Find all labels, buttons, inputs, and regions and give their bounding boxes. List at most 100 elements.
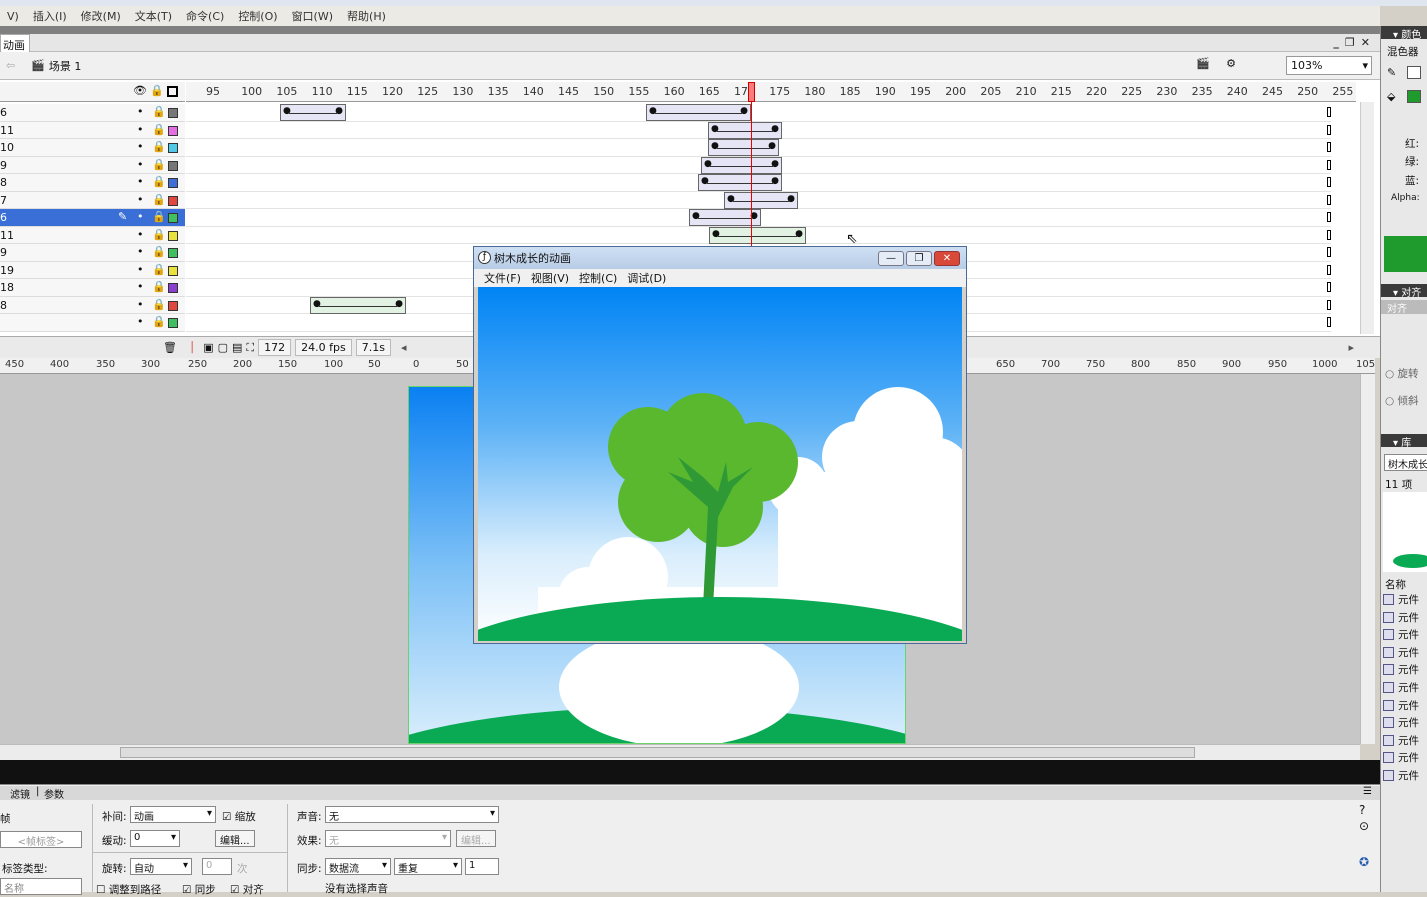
frame-row[interactable]: ● ● — [186, 226, 1331, 244]
library-doc-select[interactable]: 树木成长 — [1384, 454, 1427, 471]
visibility-dot-icon[interactable]: • — [137, 140, 144, 153]
mixer-tab[interactable]: 混色器 — [1387, 44, 1419, 59]
menu-text[interactable]: 文本(T) — [135, 8, 172, 24]
visibility-dot-icon[interactable]: • — [137, 298, 144, 311]
lock-icon[interactable]: 🔒 — [152, 123, 166, 136]
onion-markers-icon[interactable]: ⛶ — [246, 341, 254, 355]
visibility-dot-icon[interactable]: • — [137, 280, 144, 293]
tween-span[interactable]: ● ● — [709, 226, 806, 244]
frame-row[interactable]: ● ● — [186, 156, 1331, 174]
frame-rate[interactable]: 24.0 fps — [295, 339, 352, 356]
stroke-color-icon[interactable]: ✎ — [1387, 66, 1396, 79]
scene-name[interactable]: 场景 1 — [49, 58, 82, 74]
orient-path-checkbox[interactable]: ☐ 调整到路径 — [96, 882, 161, 897]
restore-icon[interactable]: ❐ — [1345, 36, 1355, 49]
timeline-vscroll[interactable] — [1360, 102, 1374, 334]
player-menu-file[interactable]: 文件(F) — [484, 270, 521, 286]
lock-icon[interactable]: 🔒 — [152, 228, 166, 241]
visibility-dot-icon[interactable]: • — [137, 228, 144, 241]
frame-label-input[interactable]: <帧标签> — [0, 831, 82, 848]
player-menu-control[interactable]: 控制(C) — [579, 270, 617, 286]
visibility-dot-icon[interactable]: • — [137, 263, 144, 276]
scale-checkbox[interactable]: ☑ 缩放 — [222, 809, 256, 824]
align-tab[interactable]: 对齐 — [1381, 300, 1427, 315]
layer-row[interactable]: • 🔒 — [0, 314, 185, 332]
visibility-dot-icon[interactable]: • — [137, 123, 144, 136]
frame-row[interactable]: ● ● — [186, 121, 1331, 139]
layer-row[interactable]: 6 • 🔒 — [0, 104, 185, 122]
scroll-left-icon[interactable]: ◂ — [401, 341, 407, 354]
layer-row[interactable]: 18 • 🔒 — [0, 279, 185, 297]
frame-row[interactable]: ● ● — [186, 139, 1331, 157]
onion-outline-icon[interactable]: ▢ — [218, 341, 228, 354]
ease-input[interactable]: 0 ▾ — [130, 830, 180, 847]
tween-span[interactable]: ● ● — [646, 104, 751, 121]
skew-radio[interactable]: ○ 倾斜 — [1385, 393, 1419, 408]
stage-hscroll[interactable] — [0, 744, 1360, 760]
lock-icon[interactable]: 🔒 — [152, 210, 166, 223]
library-item[interactable]: 元件 — [1383, 610, 1427, 627]
outline-icon[interactable] — [167, 86, 178, 97]
library-item[interactable]: 元件 — [1383, 698, 1427, 715]
sound-select[interactable]: 无 ▾ — [325, 806, 499, 823]
minimize-icon[interactable]: _ — [1333, 36, 1339, 49]
accessibility-icon[interactable]: ✪ — [1359, 855, 1369, 869]
lock-icon[interactable]: 🔒 — [152, 263, 166, 276]
menu-help[interactable]: 帮助(H) — [347, 8, 386, 24]
eye-icon[interactable]: 👁 — [133, 84, 147, 97]
tween-span[interactable]: ● ● — [708, 121, 782, 139]
rotate-select[interactable]: 自动 ▾ — [130, 858, 192, 875]
layer-row[interactable]: 11 • 🔒 — [0, 226, 185, 244]
tween-span[interactable]: ● ● — [698, 174, 782, 191]
lock-icon[interactable]: 🔒 — [152, 315, 166, 328]
visibility-dot-icon[interactable]: • — [137, 210, 144, 223]
library-item[interactable]: 元件 — [1383, 715, 1427, 732]
lock-icon[interactable]: 🔒 — [152, 193, 166, 206]
tween-span[interactable]: ● ● — [724, 191, 798, 209]
trash-icon[interactable]: 🗑 — [163, 341, 177, 354]
edit-scene-icon[interactable]: 🎬 — [1196, 57, 1210, 70]
rotate-radio[interactable]: ○ 旋转 — [1385, 366, 1419, 381]
menu-control[interactable]: 控制(O) — [238, 8, 277, 24]
player-menu-view[interactable]: 视图(V) — [531, 270, 569, 286]
visibility-dot-icon[interactable]: • — [137, 158, 144, 171]
center-frame-icon[interactable]: ⏐ — [189, 341, 195, 355]
library-item[interactable]: 元件 — [1383, 750, 1427, 767]
tween-span[interactable]: ● ● — [708, 139, 779, 156]
tween-span[interactable]: ● ● — [701, 156, 782, 174]
visibility-dot-icon[interactable]: • — [137, 315, 144, 328]
library-item[interactable]: 元件 — [1383, 627, 1427, 644]
close-icon[interactable]: ✕ — [1361, 36, 1370, 49]
lock-icon[interactable]: 🔒 — [152, 158, 166, 171]
edit-multiple-icon[interactable]: ▤ — [232, 341, 242, 354]
frame-row[interactable]: ● ● — [186, 209, 1331, 227]
menu-insert[interactable]: 插入(I) — [33, 8, 67, 24]
library-item[interactable]: 元件 — [1383, 768, 1427, 785]
player-window[interactable]: ƒ 树木成长的动画 — ❐ ✕ 文件(F) 视图(V) 控制(C) 调试(D) — [473, 246, 967, 644]
lock-icon[interactable]: 🔒 — [152, 280, 166, 293]
visibility-dot-icon[interactable]: • — [137, 245, 144, 258]
layer-row[interactable]: 8 • 🔒 — [0, 174, 185, 192]
layer-row[interactable]: 6 ✎ • 🔒 — [0, 209, 185, 227]
layer-color-swatch[interactable] — [168, 160, 178, 171]
color-panel-header[interactable]: ▾ 颜色 — [1381, 26, 1427, 41]
layer-row[interactable]: 8 • 🔒 — [0, 296, 185, 314]
player-title-bar[interactable]: ƒ 树木成长的动画 — ❐ ✕ — [474, 247, 966, 269]
layer-color-swatch[interactable] — [168, 195, 178, 206]
visibility-dot-icon[interactable]: • — [137, 193, 144, 206]
zoom-select[interactable]: 103% ▾ — [1286, 56, 1372, 75]
layer-color-swatch[interactable] — [168, 248, 178, 258]
lock-icon[interactable]: 🔒 — [152, 105, 166, 118]
layer-row[interactable]: 10 • 🔒 — [0, 139, 185, 157]
library-panel-header[interactable]: ▾ 库 — [1381, 434, 1427, 449]
layer-row[interactable]: 9 • 🔒 — [0, 156, 185, 174]
layer-row[interactable]: 7 • 🔒 — [0, 191, 185, 209]
tab-filters[interactable]: 滤镜 — [10, 786, 30, 801]
lock-icon[interactable]: 🔒 — [152, 245, 166, 258]
stage-vscroll[interactable] — [1360, 374, 1375, 744]
stroke-swatch[interactable] — [1407, 66, 1421, 79]
tween-span[interactable]: ● ● — [280, 104, 346, 121]
frame-row[interactable]: ● ● — [186, 174, 1331, 192]
lock-icon[interactable]: 🔒 — [150, 84, 164, 97]
edit-effect-button[interactable]: 编辑... — [456, 830, 496, 847]
